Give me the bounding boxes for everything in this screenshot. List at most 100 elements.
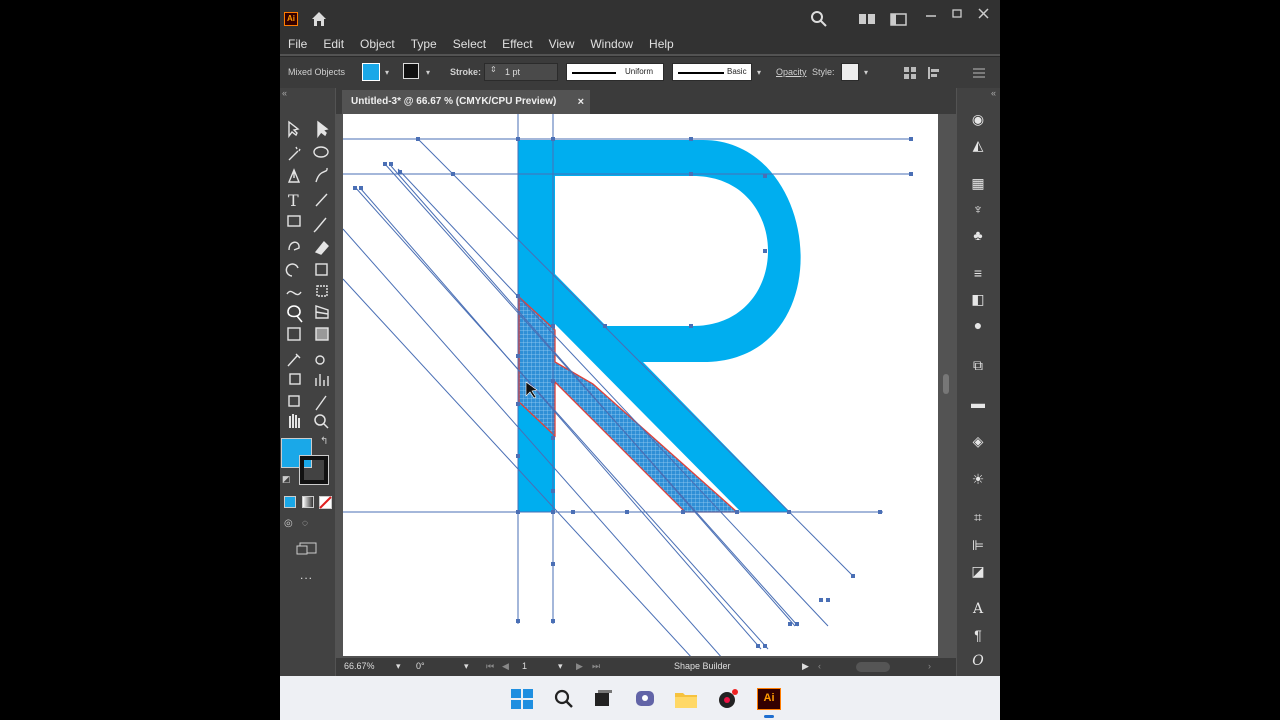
previous-artboard-icon[interactable]: ◀ bbox=[502, 661, 509, 672]
selection-type-label: Mixed Objects bbox=[288, 67, 346, 77]
windows-start-icon[interactable] bbox=[510, 688, 534, 710]
layers-icon[interactable]: ◈ bbox=[967, 430, 989, 452]
color-mode-icon[interactable] bbox=[284, 496, 296, 508]
document-tab[interactable]: Untitled-3* @ 66.67 % (CMYK/CPU Preview)… bbox=[342, 90, 590, 114]
transform-icon[interactable] bbox=[928, 67, 942, 79]
default-colors-icon[interactable]: ◩ bbox=[282, 474, 291, 485]
expand-panels-icon[interactable]: « bbox=[991, 88, 996, 98]
menu-select[interactable]: Select bbox=[445, 37, 494, 51]
libraries-icon[interactable]: ◭ bbox=[967, 134, 989, 156]
panel-menu-icon[interactable] bbox=[973, 67, 985, 79]
menu-help[interactable]: Help bbox=[641, 37, 682, 51]
align-panel-icon[interactable]: ⊫ bbox=[967, 534, 989, 556]
chevron-down-icon[interactable]: ▾ bbox=[864, 68, 868, 77]
blend-tool-icon bbox=[315, 355, 325, 365]
workspace-icon[interactable] bbox=[890, 8, 908, 30]
character-icon[interactable]: A bbox=[967, 598, 989, 620]
transform-panel-icon[interactable]: ⌗ bbox=[967, 506, 989, 528]
minimize-icon[interactable] bbox=[924, 8, 938, 30]
menu-window[interactable]: Window bbox=[582, 37, 641, 51]
swap-colors-icon[interactable]: ↰ bbox=[320, 436, 328, 447]
scroll-left-icon[interactable]: ‹ bbox=[818, 661, 821, 671]
appearance-icon[interactable]: ☀ bbox=[967, 468, 989, 490]
menu-edit[interactable]: Edit bbox=[315, 37, 352, 51]
gradient-panel-icon[interactable]: ◧ bbox=[967, 288, 989, 310]
symbol-sprayer-tool-icon bbox=[289, 373, 301, 385]
stroke-panel-icon[interactable]: ≡ bbox=[967, 262, 989, 284]
rectangle-tool-icon bbox=[287, 215, 301, 227]
free-transform-tool-icon bbox=[316, 285, 328, 297]
collapse-icon[interactable]: « bbox=[282, 88, 287, 98]
search-icon[interactable] bbox=[552, 688, 576, 710]
menu-view[interactable]: View bbox=[541, 37, 583, 51]
screen-mode-icon[interactable] bbox=[296, 542, 318, 556]
draw-behind-icon[interactable]: ◌ bbox=[302, 518, 308, 529]
chevron-down-icon[interactable]: ▾ bbox=[464, 661, 469, 672]
comments-icon[interactable]: ▬ bbox=[967, 392, 989, 414]
align-icon[interactable] bbox=[904, 67, 916, 79]
menu-object[interactable]: Object bbox=[352, 37, 403, 51]
rotate-tool-icon bbox=[285, 263, 299, 277]
first-artboard-icon[interactable]: ⏮ bbox=[486, 661, 494, 672]
close-icon[interactable] bbox=[977, 8, 991, 30]
fill-swatch[interactable] bbox=[362, 63, 380, 81]
type-tool-icon: T bbox=[288, 191, 299, 210]
artboard-number[interactable]: 1 bbox=[522, 661, 527, 671]
opacity-label[interactable]: Opacity bbox=[776, 67, 807, 77]
last-artboard-icon[interactable]: ⏭ bbox=[592, 661, 600, 672]
play-icon[interactable]: ▶ bbox=[802, 661, 809, 672]
zoom-level[interactable]: 66.67% bbox=[344, 661, 375, 671]
stroke-swatch[interactable] bbox=[403, 63, 419, 79]
search-icon[interactable] bbox=[810, 8, 828, 30]
edit-toolbar-icon[interactable]: ... bbox=[300, 568, 313, 582]
maximize-icon[interactable] bbox=[950, 8, 964, 30]
task-view-icon[interactable] bbox=[590, 688, 614, 710]
gradient-mode-icon[interactable] bbox=[302, 496, 314, 508]
document-tab-bar: Untitled-3* @ 66.67 % (CMYK/CPU Preview)… bbox=[336, 88, 956, 114]
direct-selection-tool-icon bbox=[317, 120, 329, 139]
none-mode-icon[interactable] bbox=[319, 496, 332, 509]
teams-chat-icon[interactable] bbox=[633, 688, 657, 710]
chevron-down-icon[interactable]: ▾ bbox=[396, 661, 401, 672]
draw-normal-icon[interactable]: ◎ bbox=[284, 518, 293, 529]
transparency-icon[interactable]: ● bbox=[967, 314, 989, 336]
file-explorer-icon[interactable] bbox=[674, 688, 698, 710]
gradient-tool-icon bbox=[315, 327, 329, 341]
control-bar: Mixed Objects ▾ ▾ Stroke: 1 pt ⇕ Uniform… bbox=[280, 56, 1000, 88]
asset-export-icon[interactable]: ⧉ bbox=[967, 354, 989, 376]
next-artboard-icon[interactable]: ▶ bbox=[576, 661, 583, 672]
menu-file[interactable]: File bbox=[280, 37, 315, 51]
close-tab-icon[interactable]: × bbox=[578, 90, 584, 114]
chevron-down-icon[interactable]: ▾ bbox=[558, 661, 563, 672]
line-tool-icon bbox=[315, 193, 328, 207]
chevron-down-icon[interactable]: ▾ bbox=[426, 68, 430, 77]
arrange-documents-icon[interactable] bbox=[858, 8, 876, 30]
horizontal-scrollbar[interactable] bbox=[856, 662, 890, 672]
chevron-down-icon[interactable]: ▾ bbox=[757, 68, 761, 77]
illustrator-taskbar-icon[interactable]: Ai bbox=[757, 688, 781, 710]
artboard[interactable] bbox=[343, 114, 938, 656]
menu-type[interactable]: Type bbox=[403, 37, 445, 51]
artwork[interactable] bbox=[343, 114, 938, 656]
stroke-color-swatch[interactable] bbox=[299, 455, 329, 485]
illustrator-window: Ai File Edit Object Type Select Effect V… bbox=[280, 0, 1000, 720]
paragraph-icon[interactable]: ¶ bbox=[967, 624, 989, 646]
swatches-icon[interactable]: ▦ bbox=[967, 172, 989, 194]
home-icon[interactable] bbox=[310, 10, 328, 28]
pathfinder-icon[interactable]: ◪ bbox=[967, 560, 989, 582]
symbols-icon[interactable]: ♣ bbox=[967, 224, 989, 246]
vertical-scrollbar[interactable] bbox=[943, 374, 949, 394]
opentype-icon[interactable]: O bbox=[967, 650, 989, 672]
canvas-area[interactable] bbox=[336, 114, 956, 658]
tools-panel: « T ↰ ◩ ◎ ◌ ... bbox=[280, 88, 335, 676]
app-icon[interactable] bbox=[716, 688, 740, 710]
graphic-style-swatch[interactable] bbox=[841, 63, 859, 81]
brushes-icon[interactable]: ♆ bbox=[967, 198, 989, 220]
rotation-value[interactable]: 0° bbox=[416, 661, 425, 671]
scroll-right-icon[interactable]: › bbox=[928, 661, 931, 671]
menu-effect[interactable]: Effect bbox=[494, 37, 540, 51]
chevron-down-icon[interactable]: ▾ bbox=[385, 68, 389, 77]
paintbrush-tool-icon bbox=[313, 217, 327, 233]
properties-icon[interactable]: ◉ bbox=[967, 108, 989, 130]
stepper-icon[interactable]: ⇕ bbox=[490, 65, 497, 74]
